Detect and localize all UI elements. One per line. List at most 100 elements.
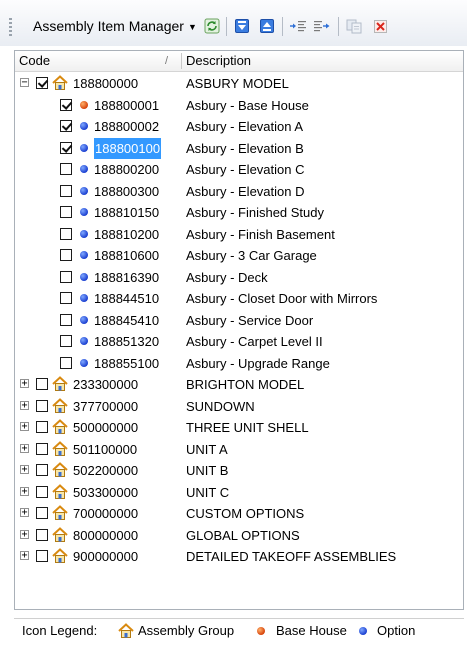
row-checkbox[interactable]: [36, 442, 48, 455]
row-checkbox[interactable]: [60, 227, 72, 240]
tree-row-group[interactable]: +900000000 DETAILED TAKEOFF ASSEMBLIES: [15, 546, 463, 568]
assembly-tree[interactable]: Code / Description − 188800000 ASBURY MODE…: [14, 50, 464, 610]
collapse-icon[interactable]: −: [20, 78, 29, 88]
copy-button[interactable]: [346, 17, 364, 35]
row-checkbox[interactable]: [60, 163, 72, 175]
tree-row-group[interactable]: +502200000 UNIT B: [15, 460, 463, 482]
tree-row-item[interactable]: 188845410 Asbury - Service Door: [15, 310, 463, 332]
column-divider[interactable]: [181, 53, 182, 69]
tree-row-item[interactable]: 188800300 Asbury - Elevation D: [15, 181, 463, 203]
row-checkbox[interactable]: [36, 399, 48, 412]
legend-option-text: Option: [377, 623, 416, 638]
row-checkbox[interactable]: [60, 249, 72, 261]
row-checkbox[interactable]: [60, 292, 72, 304]
tree-row-item[interactable]: 188800100 Asbury - Elevation B: [15, 137, 463, 159]
expand-icon[interactable]: +: [20, 551, 29, 561]
tree-row-item[interactable]: 188851320 Asbury - Carpet Level II: [15, 331, 463, 353]
indent-icon: [290, 21, 306, 32]
expand-icon[interactable]: +: [20, 422, 29, 432]
tree-row-group[interactable]: +377700000 SUNDOWN: [15, 396, 463, 418]
tree-row-group[interactable]: +500000000 THREE UNIT SHELL: [15, 417, 463, 439]
refresh-button[interactable]: [203, 17, 221, 35]
tree-row-item[interactable]: 188855100 Asbury - Upgrade Range: [15, 353, 463, 375]
row-checkbox[interactable]: [36, 378, 48, 390]
indent-button[interactable]: [289, 17, 307, 35]
row-checkbox[interactable]: [60, 270, 72, 283]
expand-icon[interactable]: +: [20, 379, 29, 389]
row-code: 188851320: [94, 334, 160, 349]
row-code: 188845410: [94, 312, 160, 328]
expand-icon[interactable]: +: [20, 400, 29, 410]
tree-row-item[interactable]: 188810200 Asbury - Finish Basement: [15, 224, 463, 246]
row-description: UNIT B: [186, 463, 229, 478]
row-description: CUSTOM OPTIONS: [186, 506, 305, 521]
row-checkbox[interactable]: [60, 120, 72, 132]
tree-row-group[interactable]: +503300000 UNIT C: [15, 482, 463, 504]
row-code: 500000000: [73, 420, 139, 435]
row-checkbox[interactable]: [36, 464, 48, 476]
row-checkbox[interactable]: [36, 528, 48, 541]
expand-icon[interactable]: +: [20, 443, 29, 453]
row-checkbox[interactable]: [60, 98, 72, 111]
row-checkbox[interactable]: [60, 141, 72, 154]
option-icon: [80, 229, 88, 238]
tree-row-group[interactable]: − 188800000 ASBURY MODEL: [15, 73, 463, 95]
expand-icon[interactable]: +: [20, 465, 29, 475]
assembly-group-icon: [52, 75, 68, 91]
tree-row-item[interactable]: 188810150 Asbury - Finished Study: [15, 202, 463, 224]
move-up-button[interactable]: [258, 17, 276, 35]
tree-row-group[interactable]: +800000000 GLOBAL OPTIONS: [15, 525, 463, 547]
move-down-icon: [235, 19, 249, 33]
option-icon: [80, 186, 88, 195]
tree-row-group[interactable]: +700000000 CUSTOM OPTIONS: [15, 503, 463, 525]
row-checkbox[interactable]: [36, 421, 48, 433]
tree-row-group[interactable]: +501100000 UNIT A: [15, 439, 463, 461]
row-checkbox[interactable]: [60, 206, 72, 218]
row-checkbox[interactable]: [60, 184, 72, 197]
tree-row-item[interactable]: 188800001 Asbury - Base House: [15, 95, 463, 117]
row-code: 233300000: [73, 377, 139, 392]
row-description: ASBURY MODEL: [186, 76, 289, 91]
option-icon: [80, 337, 88, 345]
option-icon: [80, 272, 88, 281]
tree-row-item[interactable]: 188800002 Asbury - Elevation A: [15, 116, 463, 138]
row-description: Asbury - Closet Door with Mirrors: [186, 291, 378, 306]
row-checkbox[interactable]: [36, 507, 48, 519]
row-checkbox[interactable]: [36, 550, 48, 562]
tree-row-item[interactable]: 188816390 Asbury - Deck: [15, 267, 463, 289]
row-checkbox[interactable]: [60, 335, 72, 347]
code-column-header[interactable]: Code: [19, 51, 50, 71]
row-checkbox[interactable]: [36, 485, 48, 498]
row-code: 900000000: [73, 549, 139, 564]
description-column-header[interactable]: Description: [186, 51, 251, 71]
expand-icon[interactable]: +: [20, 486, 29, 496]
tree-row-item[interactable]: 188800200 Asbury - Elevation C: [15, 159, 463, 181]
row-code: 188800300: [94, 183, 160, 199]
row-description: Asbury - Elevation A: [186, 119, 304, 134]
toolbar-separator: [282, 17, 283, 36]
row-description: Asbury - Finish Basement: [186, 226, 335, 242]
assembly-group-icon: [52, 397, 68, 414]
row-code: 188810150: [94, 205, 160, 220]
assembly-item-manager-dropdown[interactable]: Assembly Item Manager ▼: [33, 16, 197, 36]
row-code: 502200000: [73, 463, 139, 478]
outdent-button[interactable]: [313, 17, 331, 35]
delete-button[interactable]: [372, 17, 390, 35]
expand-icon[interactable]: +: [20, 508, 29, 518]
tree-row-item[interactable]: 188844510 Asbury - Closet Door with Mirro…: [15, 288, 463, 310]
assembly-group-icon: [52, 419, 68, 435]
move-down-button[interactable]: [233, 17, 251, 35]
row-description: SUNDOWN: [186, 398, 255, 414]
row-checkbox[interactable]: [36, 77, 48, 89]
tree-row-group[interactable]: +233300000 BRIGHTON MODEL: [15, 374, 463, 396]
tree-row-item[interactable]: 188810600 Asbury - 3 Car Garage: [15, 245, 463, 267]
base-house-icon: [80, 100, 88, 109]
refresh-icon: [204, 18, 220, 34]
legend-label: Icon Legend:: [22, 623, 98, 638]
toolbar-grip[interactable]: [9, 18, 12, 36]
row-code: 188800001: [94, 97, 160, 113]
option-icon: [80, 208, 88, 216]
row-checkbox[interactable]: [60, 356, 72, 369]
expand-icon[interactable]: +: [20, 529, 29, 539]
row-checkbox[interactable]: [60, 313, 72, 326]
